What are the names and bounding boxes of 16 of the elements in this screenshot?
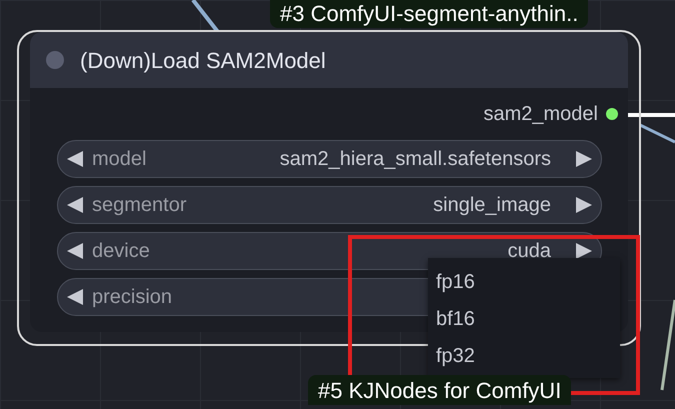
combo-widget[interactable]: model sam2_hiera_small.safetensors — [57, 140, 602, 178]
node-title: (Down)Load SAM2Model — [80, 46, 326, 74]
left-arrow-icon[interactable] — [66, 150, 84, 168]
right-arrow-icon[interactable] — [575, 196, 593, 214]
output-slot-icon[interactable] — [606, 108, 618, 120]
menu-option[interactable]: fp32 — [436, 338, 612, 375]
left-arrow-icon[interactable] — [66, 288, 84, 306]
left-arrow-icon[interactable] — [66, 242, 84, 260]
right-arrow-icon[interactable] — [575, 150, 593, 168]
node-badge: #5 KJNodes for ComfyUI — [308, 375, 572, 405]
combo-widget[interactable]: segmentor single_image — [57, 186, 602, 224]
right-arrow-icon[interactable] — [575, 242, 593, 260]
output-label: sam2_model — [483, 102, 598, 127]
collapse-dot-icon[interactable] — [46, 51, 64, 69]
left-arrow-icon[interactable] — [66, 196, 84, 214]
node-badge: #3 ComfyUI-segment-anythin.. — [270, 0, 588, 28]
